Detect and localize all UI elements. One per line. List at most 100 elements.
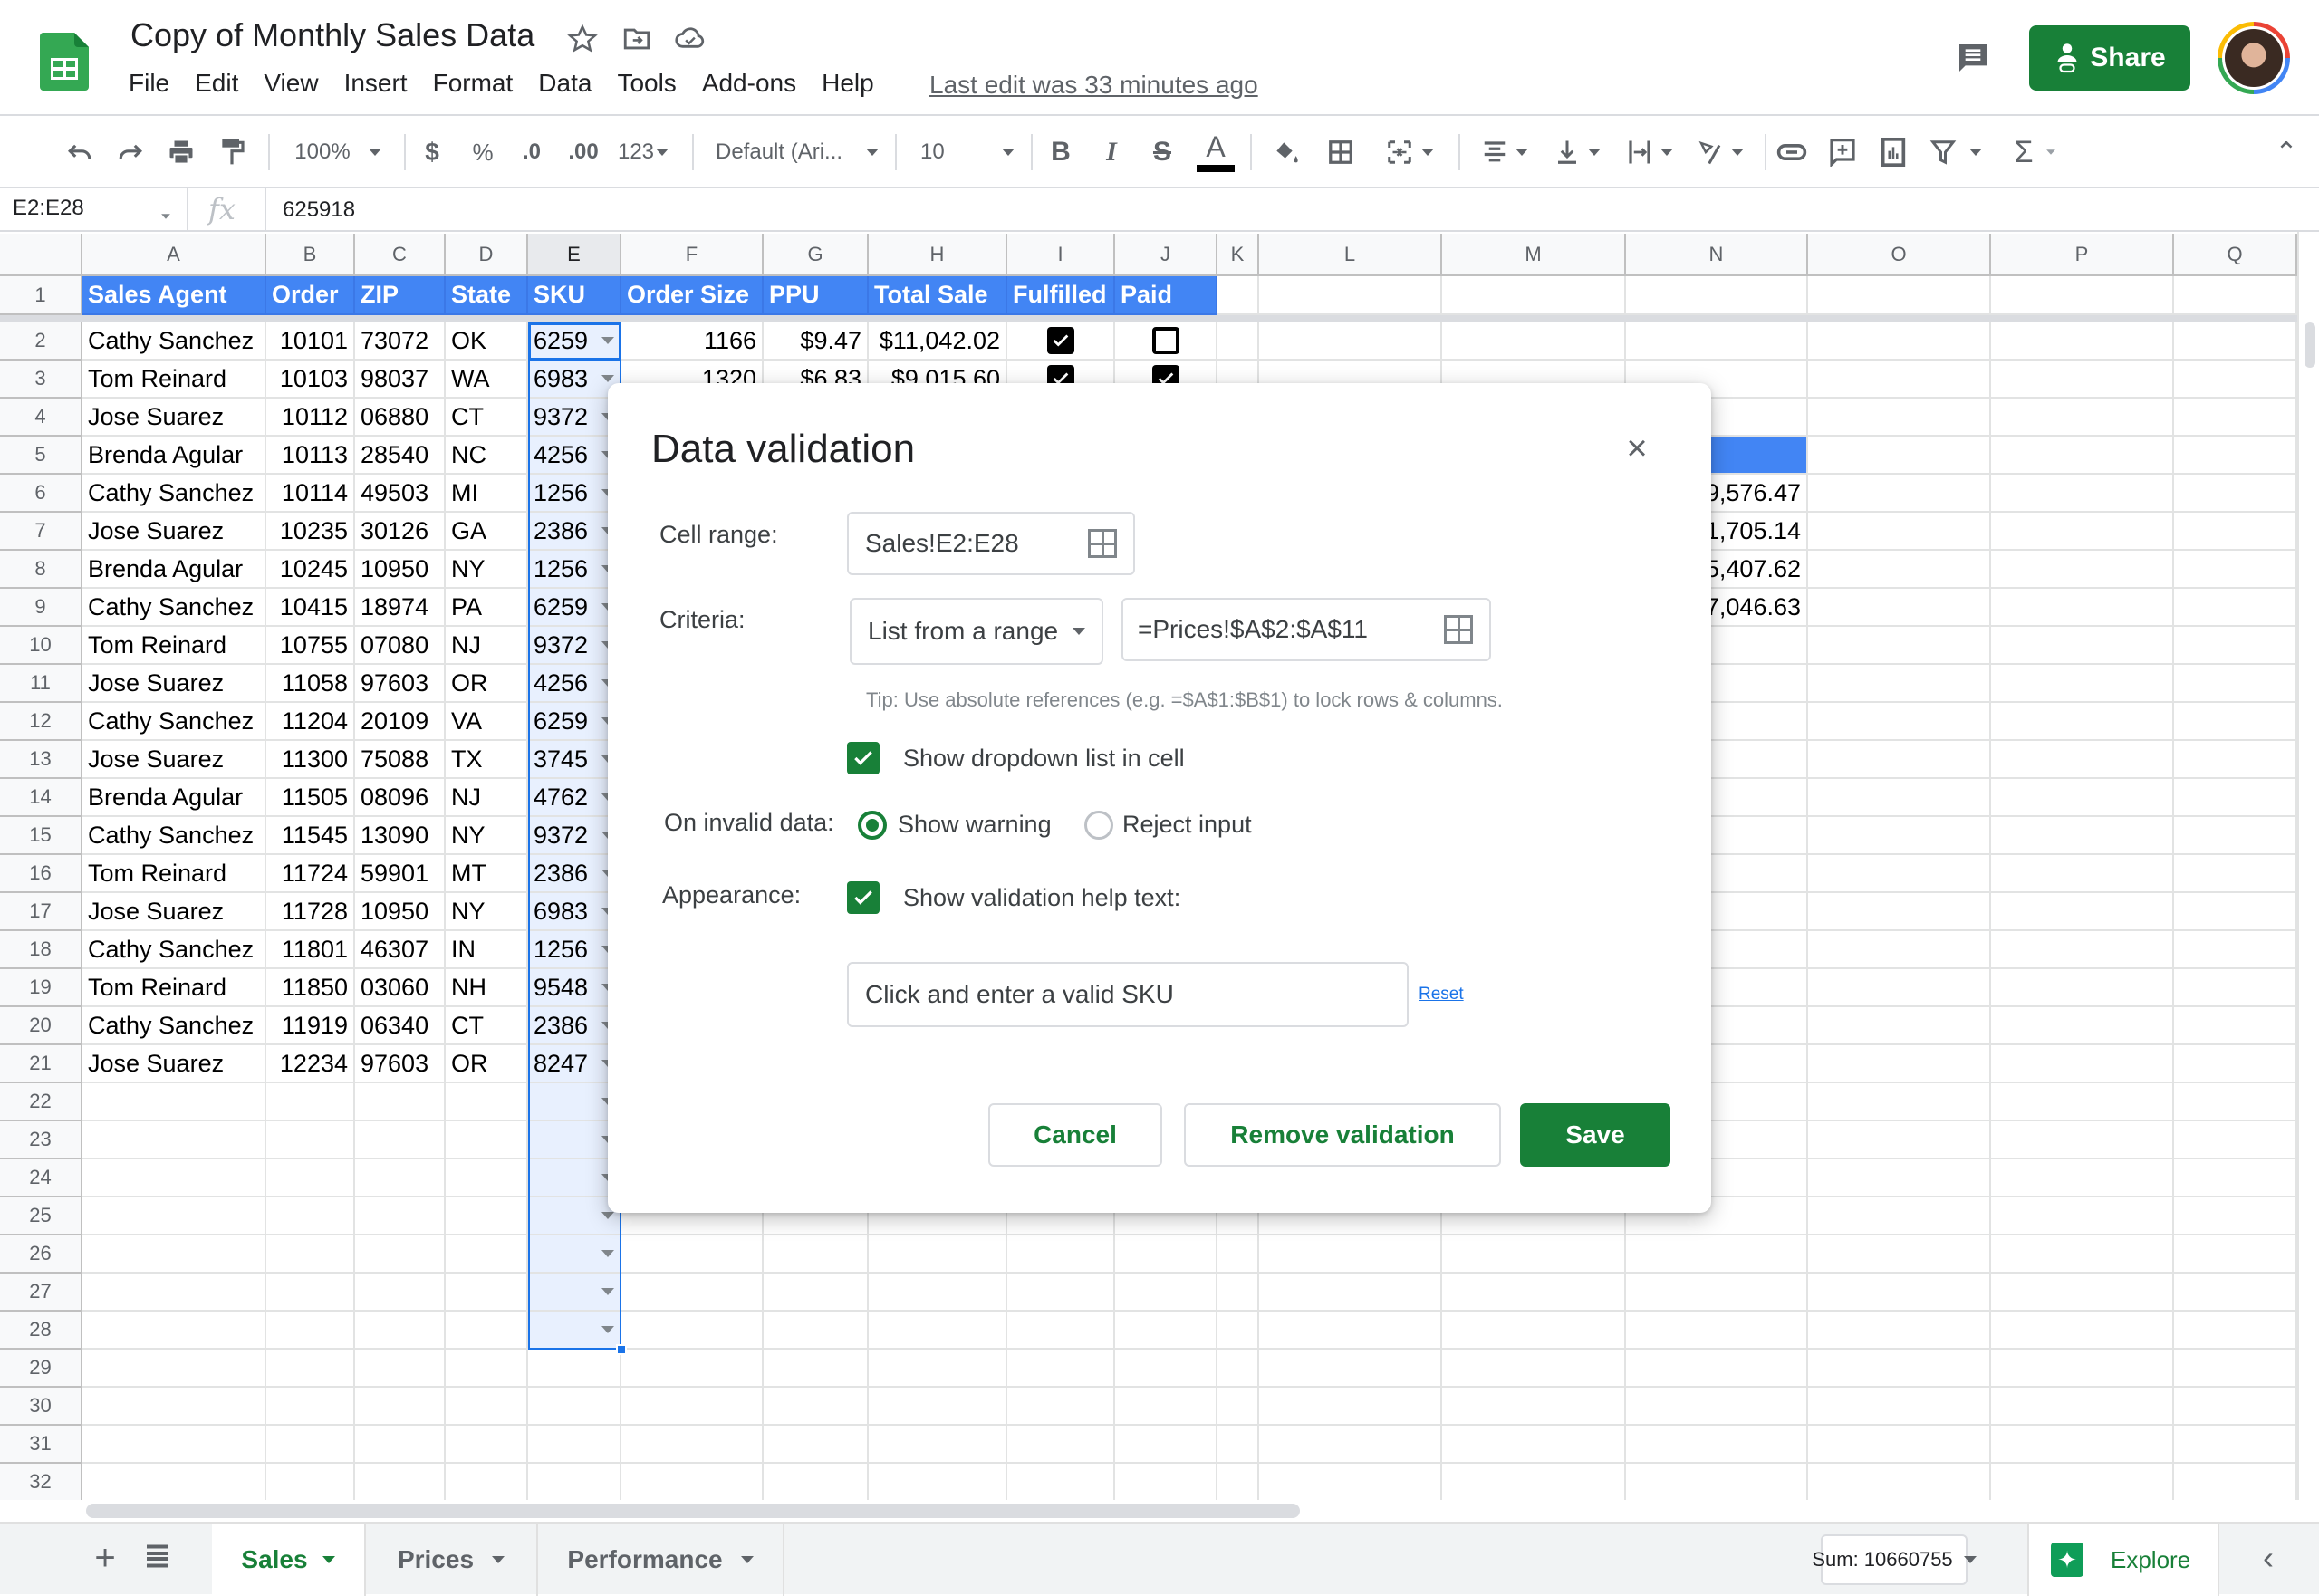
cell[interactable] [446,1312,528,1350]
cell[interactable]: Cathy Sanchez [82,817,266,855]
font-size-select[interactable]: 10 [920,118,1015,187]
cell[interactable] [355,1464,446,1500]
dropdown-arrow-icon[interactable] [601,1250,614,1257]
cell[interactable]: 13090 [355,817,446,855]
cell[interactable] [1808,969,1991,1007]
cell[interactable]: Cathy Sanchez [82,589,266,627]
cell[interactable] [1007,1274,1115,1312]
cell[interactable] [1007,1235,1115,1274]
italic-button[interactable]: I [1096,118,1127,187]
cell[interactable]: 73072 [355,322,446,361]
cell[interactable] [1808,855,1991,893]
cell[interactable] [1991,893,2174,931]
user-avatar[interactable] [2218,22,2290,94]
row-header-27[interactable]: 27 [0,1274,82,1312]
row-header-7[interactable]: 7 [0,513,82,551]
cell[interactable] [764,1235,869,1274]
cell[interactable] [1808,551,1991,589]
cell[interactable] [266,1388,355,1426]
menu-format[interactable]: Format [433,69,526,98]
cell[interactable] [1259,1464,1442,1500]
cell[interactable] [1991,322,2174,361]
cell[interactable] [2174,627,2297,665]
cell[interactable] [1259,1388,1442,1426]
cell[interactable]: Tom Reinard [82,627,266,665]
sheet-tab-sales[interactable]: Sales [212,1524,366,1596]
row-header-22[interactable]: 22 [0,1083,82,1121]
row-header-11[interactable]: 11 [0,665,82,703]
cell[interactable]: 98037 [355,361,446,399]
cell[interactable] [2174,551,2297,589]
cell[interactable] [2174,1388,2297,1426]
cell[interactable] [2174,322,2297,361]
cell[interactable] [266,1312,355,1350]
vertical-scroll-thumb[interactable] [2305,322,2315,368]
all-sheets-icon[interactable] [141,1540,178,1576]
cell[interactable] [1991,475,2174,513]
cell[interactable] [1991,855,2174,893]
cell[interactable] [1991,1045,2174,1083]
cell[interactable] [1808,1312,1991,1350]
row-header-25[interactable]: 25 [0,1197,82,1235]
cell[interactable] [266,1274,355,1312]
criteria-type-select[interactable]: List from a range [850,598,1103,665]
insert-comment-icon[interactable] [1823,118,1862,187]
cell[interactable] [1808,1426,1991,1464]
header-cell[interactable]: State [446,276,528,315]
menu-view[interactable]: View [264,69,331,98]
more-formats-button[interactable]: 123 [614,118,672,187]
cell[interactable] [355,1083,446,1121]
cell[interactable] [82,1274,266,1312]
cell[interactable] [1217,1312,1259,1350]
cell[interactable] [446,1197,528,1235]
cell[interactable] [2174,779,2297,817]
cell[interactable] [1115,1312,1217,1350]
increase-decimal-button[interactable]: .00 [563,118,603,187]
cell[interactable] [266,1464,355,1500]
cell[interactable] [1991,1312,2174,1350]
cell[interactable] [1007,1312,1115,1350]
show-warning-radio[interactable] [858,811,887,840]
cell[interactable] [764,1274,869,1312]
cell[interactable] [1808,513,1991,551]
show-help-text-checkbox[interactable] [847,881,880,914]
cell[interactable] [621,1235,764,1274]
cell[interactable] [82,1159,266,1197]
cell[interactable]: Jose Suarez [82,741,266,779]
fulfilled-checkbox-cell[interactable] [1007,322,1115,361]
row-header-8[interactable]: 8 [0,551,82,589]
move-folder-icon[interactable] [621,24,654,56]
cell[interactable] [446,1426,528,1464]
cell[interactable]: MI [446,475,528,513]
column-header-d[interactable]: D [446,234,528,276]
cell[interactable]: NJ [446,779,528,817]
column-header-b[interactable]: B [266,234,355,276]
cell[interactable] [1217,1388,1259,1426]
cell[interactable] [1991,627,2174,665]
cell[interactable] [1217,1426,1259,1464]
header-cell[interactable]: Total Sale [869,276,1007,315]
cell-range-input[interactable]: Sales!E2:E28 [847,512,1135,575]
column-header-a[interactable]: A [82,234,266,276]
cell[interactable] [1808,1045,1991,1083]
cell[interactable]: 07080 [355,627,446,665]
row-header-28[interactable]: 28 [0,1312,82,1350]
row-header-20[interactable]: 20 [0,1007,82,1045]
collapse-side-panel-icon[interactable]: ‹ [2250,1539,2286,1576]
row-header-4[interactable]: 4 [0,399,82,437]
cell[interactable] [266,1083,355,1121]
row-header-19[interactable]: 19 [0,969,82,1007]
checked-checkbox-icon[interactable] [1046,327,1074,354]
help-text-input[interactable]: Click and enter a valid SKU [847,962,1409,1027]
cell[interactable] [2174,1121,2297,1159]
cell[interactable] [528,1350,621,1388]
cell[interactable] [1991,1007,2174,1045]
menu-data[interactable]: Data [538,69,604,98]
cell[interactable]: VA [446,703,528,741]
cell[interactable]: 10112 [266,399,355,437]
cell[interactable] [82,1083,266,1121]
cell[interactable] [1991,437,2174,475]
cell[interactable] [869,1426,1007,1464]
sku-cell[interactable] [528,1235,621,1274]
show-dropdown-checkbox[interactable] [847,742,880,774]
